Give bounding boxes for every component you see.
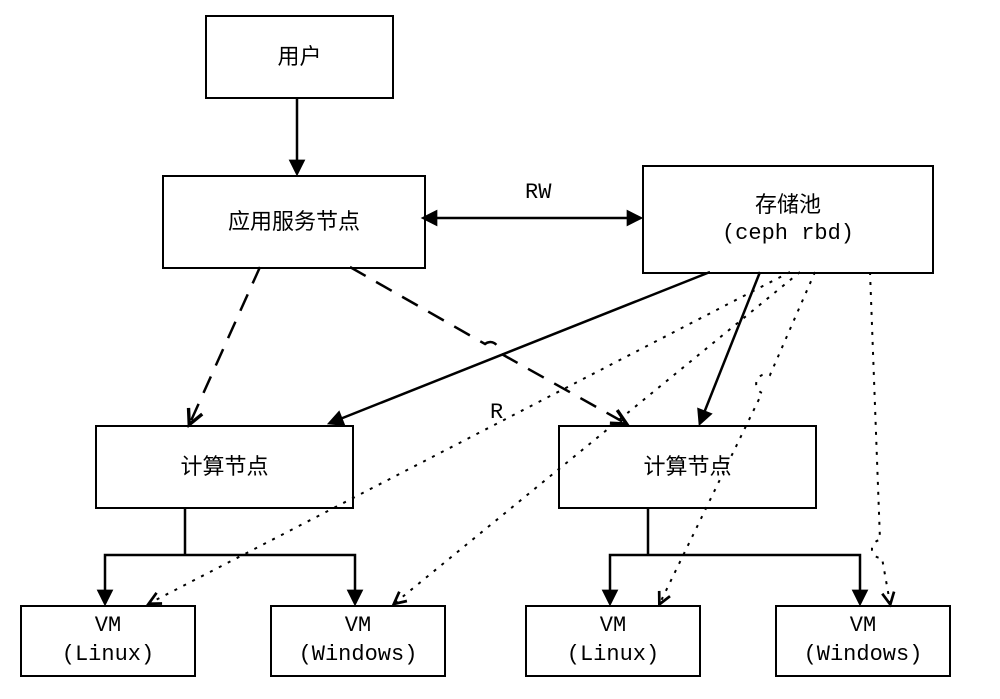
edge-storage-compute-right xyxy=(700,272,760,423)
vm2-line2: (Windows) xyxy=(299,641,418,670)
compute-node-right-box: 计算节点 xyxy=(558,425,817,509)
edge-storage-compute-left xyxy=(330,272,710,423)
edge-compute-left-tree xyxy=(105,507,355,603)
app-service-box: 应用服务节点 xyxy=(162,175,426,269)
vm-linux-2-box: VM (Linux) xyxy=(525,605,701,677)
vm4-line2: (Windows) xyxy=(804,641,923,670)
vm1-line1: VM xyxy=(95,612,121,641)
app-service-label: 应用服务节点 xyxy=(228,208,360,237)
user-label: 用户 xyxy=(277,43,321,72)
r-label: R xyxy=(490,400,503,425)
compute-node-left-label: 计算节点 xyxy=(180,453,268,482)
vm-linux-1-box: VM (Linux) xyxy=(20,605,196,677)
edge-storage-vm4 xyxy=(870,272,890,603)
edge-compute-right-tree xyxy=(610,507,860,603)
connector-lines: compute left (dashed) --> compute right … xyxy=(0,0,1000,699)
vm1-line2: (Linux) xyxy=(62,641,154,670)
vm4-line1: VM xyxy=(850,612,876,641)
compute-node-left-box: 计算节点 xyxy=(95,425,354,509)
compute-node-right-label: 计算节点 xyxy=(643,453,731,482)
edge-app-compute-right xyxy=(350,267,625,423)
vm3-line1: VM xyxy=(600,612,626,641)
user-box: 用户 xyxy=(205,15,394,99)
edge-app-compute-left xyxy=(190,267,260,423)
vm-windows-2-box: VM (Windows) xyxy=(775,605,951,677)
vm3-line2: (Linux) xyxy=(567,641,659,670)
rw-label: RW xyxy=(525,180,551,205)
storage-pool-line1: 存储池 xyxy=(755,191,821,220)
storage-pool-box: 存储池 (ceph rbd) xyxy=(642,165,934,274)
vm2-line1: VM xyxy=(345,612,371,641)
storage-pool-line2: (ceph rbd) xyxy=(722,220,854,249)
vm-windows-1-box: VM (Windows) xyxy=(270,605,446,677)
